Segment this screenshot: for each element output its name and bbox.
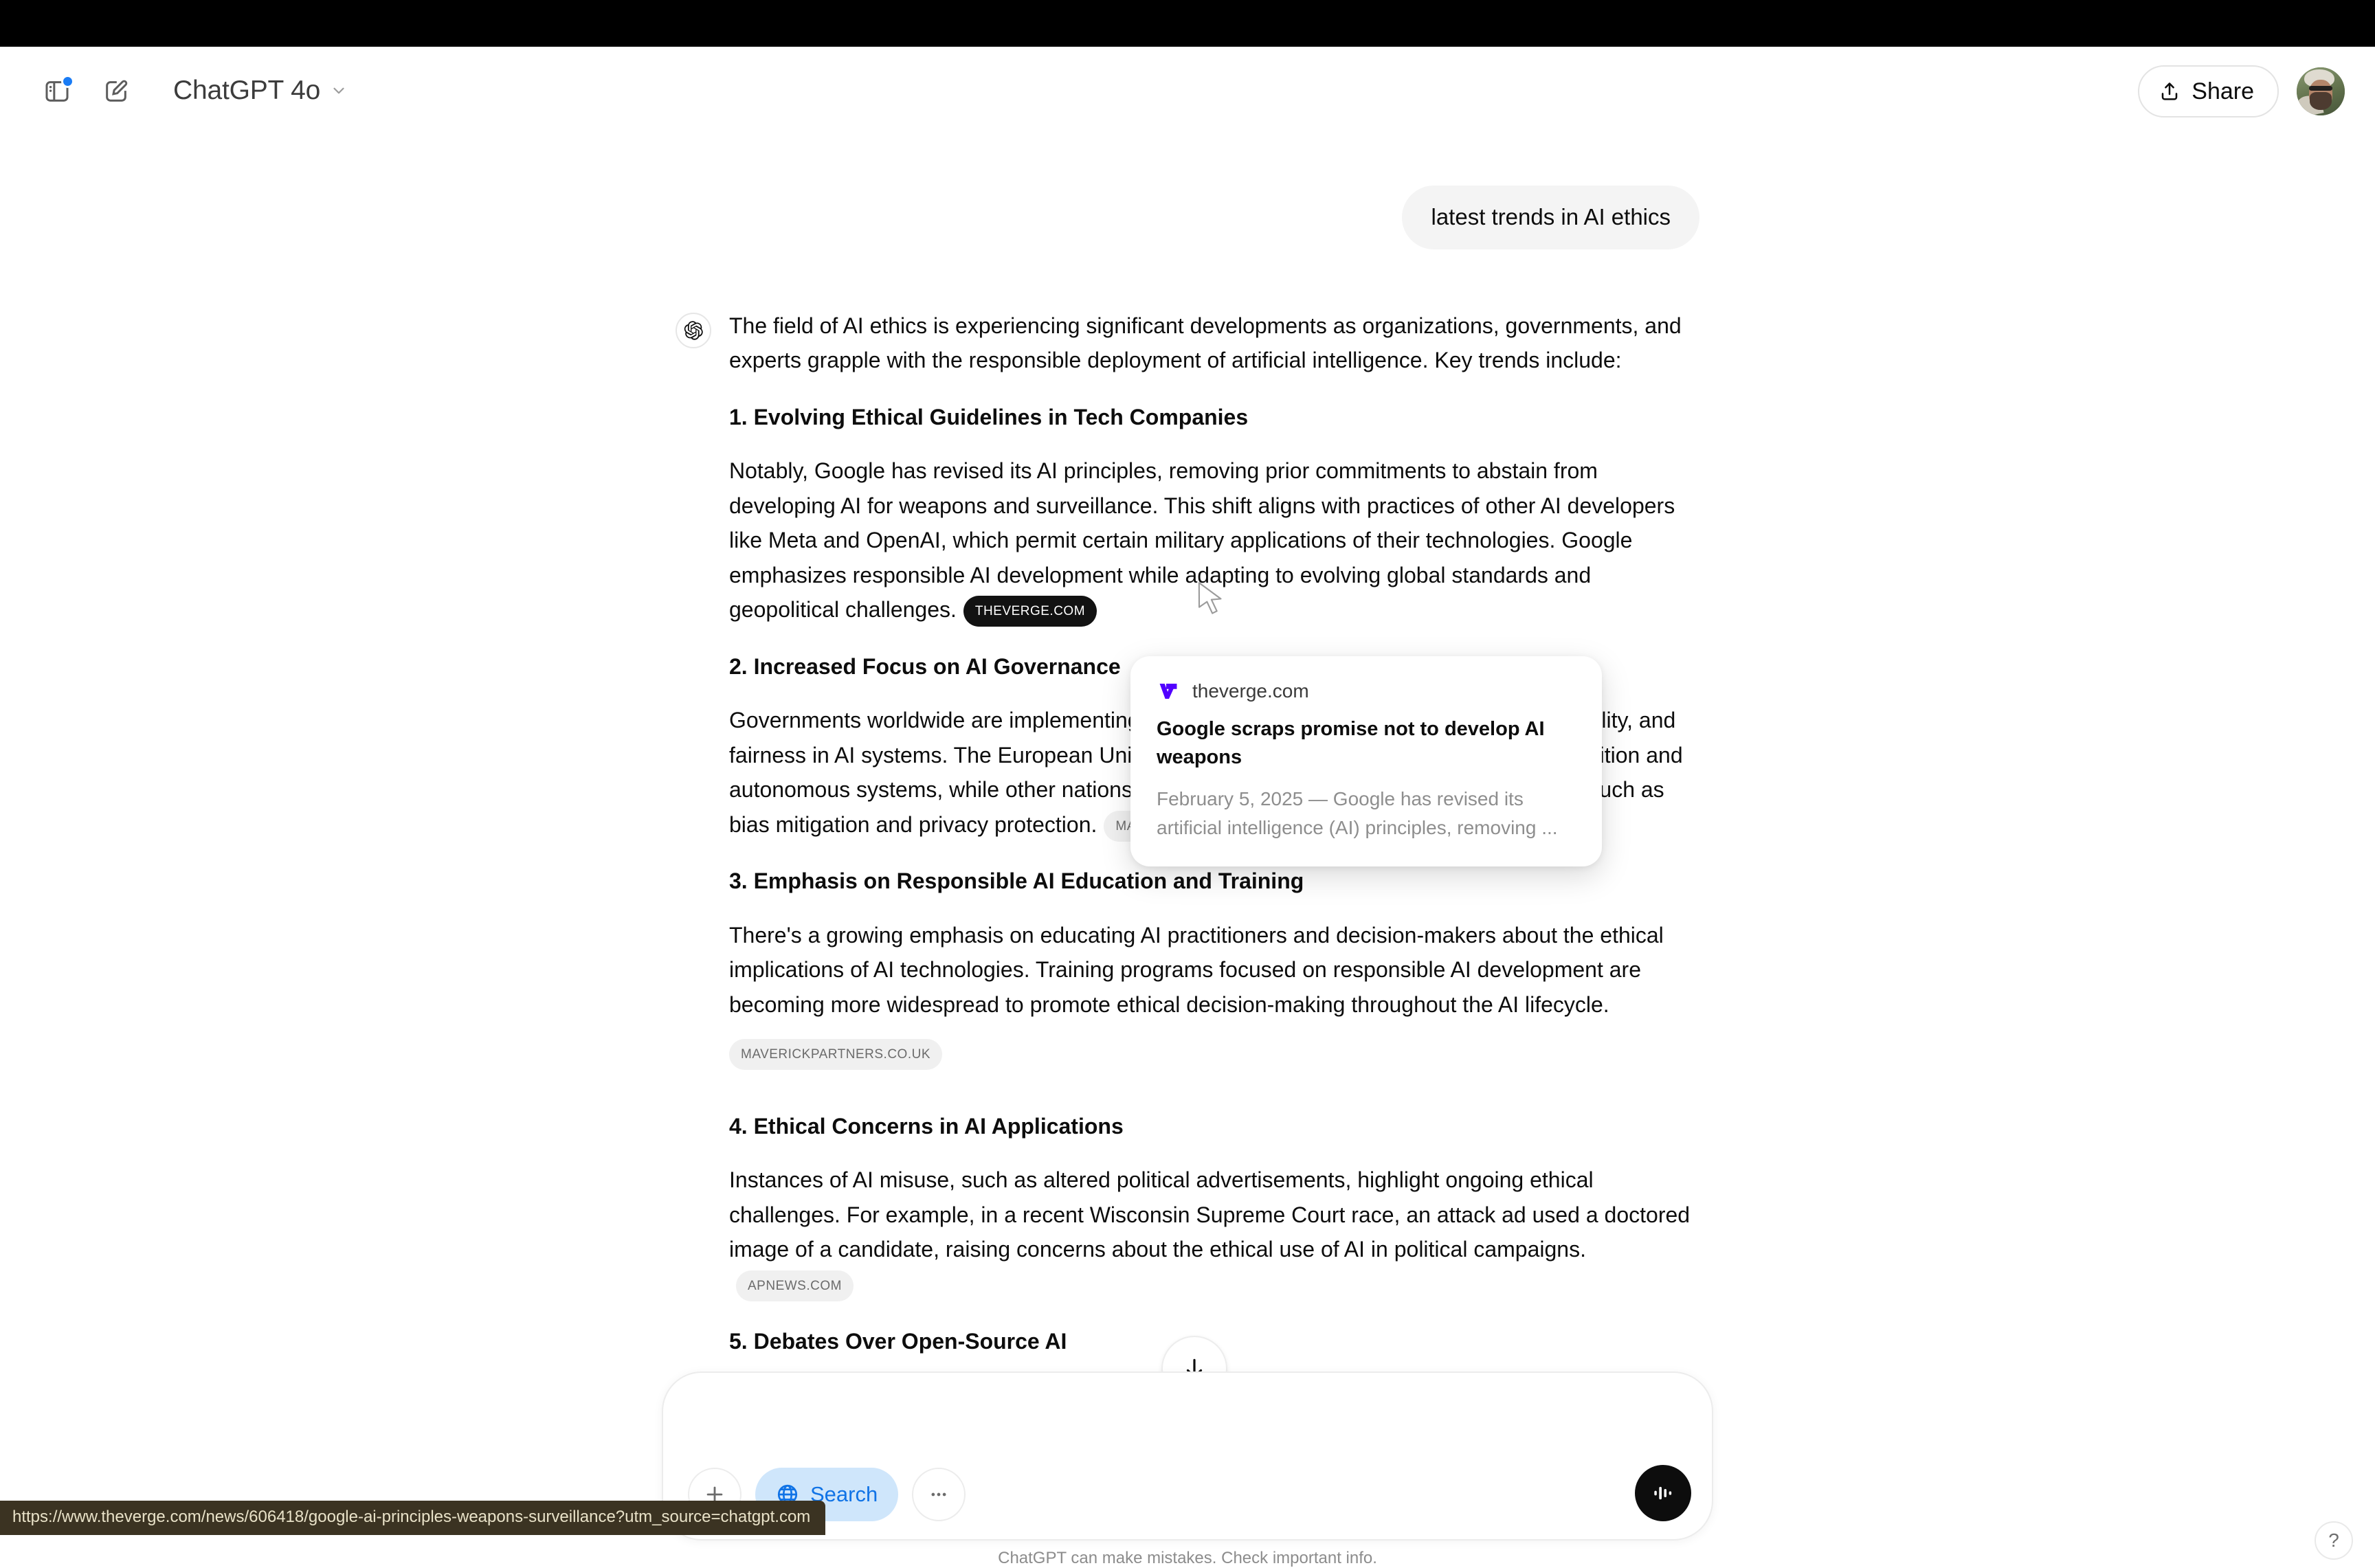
user-message-row: latest trends in AI ethics <box>676 136 1699 249</box>
preview-title: Google scraps promise not to develop AI … <box>1157 715 1579 772</box>
message-thread: latest trends in AI ethics The field of … <box>676 136 1699 1366</box>
chatgpt-app-window: ChatGPT 4o Share <box>0 47 2375 1535</box>
share-upload-icon <box>2159 80 2181 102</box>
section-1-body: Notably, Google has revised its AI princ… <box>729 453 1699 627</box>
preview-domain: theverge.com <box>1192 680 1309 702</box>
section-3-heading: 3. Emphasis on Responsible AI Education … <box>729 865 1699 897</box>
sidebar-toggle-button[interactable] <box>30 65 84 118</box>
new-chat-button[interactable] <box>89 65 143 118</box>
conversation-scroll-area[interactable]: latest trends in AI ethics The field of … <box>0 136 2375 1366</box>
header-right-group: Share <box>2138 65 2345 117</box>
user-message-bubble: latest trends in AI ethics <box>1402 186 1699 249</box>
new-chat-pencil-icon <box>102 78 130 105</box>
share-button[interactable]: Share <box>2138 65 2279 117</box>
citation-badge-apnews[interactable]: APNEWS.COM <box>736 1270 854 1301</box>
model-selector[interactable]: ChatGPT 4o <box>164 69 360 114</box>
status-bar-url: https://www.theverge.com/news/606418/goo… <box>0 1501 825 1535</box>
section-4-body: Instances of AI misuse, such as altered … <box>729 1163 1699 1301</box>
section-1-heading: 1. Evolving Ethical Guidelines in Tech C… <box>729 401 1699 433</box>
share-button-label: Share <box>2192 78 2254 105</box>
chevron-down-icon <box>330 82 348 100</box>
section-1-text: Notably, Google has revised its AI princ… <box>729 458 1675 622</box>
app-header: ChatGPT 4o Share <box>0 47 2375 136</box>
intro-paragraph: The field of AI ethics is experiencing s… <box>729 309 1699 378</box>
section-3-citation-row: MAVERICKPARTNERS.CO.UK <box>729 1035 1699 1071</box>
user-avatar[interactable] <box>2297 67 2345 115</box>
link-preview-card[interactable]: theverge.com Google scraps promise not t… <box>1130 656 1602 866</box>
browser-top-band <box>0 0 2375 47</box>
disclaimer-text: ChatGPT can make mistakes. Check importa… <box>0 1549 2375 1568</box>
citation-badge-theverge[interactable]: THEVERGE.COM <box>963 596 1097 627</box>
model-selector-label: ChatGPT 4o <box>173 76 320 106</box>
section-3-body: There's a growing emphasis on educating … <box>729 918 1699 1022</box>
message-input[interactable] <box>699 1396 1633 1422</box>
header-left-group: ChatGPT 4o <box>30 65 360 118</box>
theverge-logo-icon <box>1157 680 1180 703</box>
citation-badge-maverickpartners-2[interactable]: MAVERICKPARTNERS.CO.UK <box>729 1039 942 1070</box>
section-3-text: There's a growing emphasis on educating … <box>729 923 1664 1017</box>
sidebar-notification-dot <box>61 75 74 88</box>
section-4-text: Instances of AI misuse, such as altered … <box>729 1167 1690 1262</box>
more-tools-button[interactable] <box>912 1468 966 1521</box>
voice-mode-button[interactable] <box>1635 1465 1691 1521</box>
preview-site-row: theverge.com <box>1157 680 1579 703</box>
preview-snippet: February 5, 2025 — Google has revised it… <box>1157 785 1579 842</box>
avatar-beard <box>2310 92 2332 109</box>
section-4-heading: 4. Ethical Concerns in AI Applications <box>729 1110 1699 1142</box>
assistant-avatar <box>676 313 711 348</box>
avatar-sunglasses <box>2309 86 2332 91</box>
ellipsis-icon <box>928 1484 949 1505</box>
voice-waveform-icon <box>1649 1479 1677 1507</box>
openai-logo-icon <box>683 320 704 341</box>
